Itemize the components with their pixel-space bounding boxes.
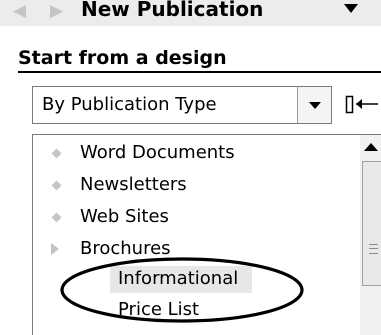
list-item-word-documents[interactable]: Word Documents: [0, 142, 360, 166]
forward-arrow-icon[interactable]: ▶: [50, 1, 63, 21]
new-publication-pane: ◀ ▶ New Publication Start from a design …: [0, 0, 381, 335]
collapse-panel-icon[interactable]: [345, 91, 381, 117]
list-item-informational[interactable]: Informational: [0, 268, 360, 292]
design-filter-dropdown-button[interactable]: [297, 87, 331, 123]
scroll-up-arrow-icon: [364, 143, 378, 151]
list-item-web-sites[interactable]: Web Sites: [0, 206, 360, 230]
scroll-grip-icon: [369, 244, 378, 254]
list-scrollbar[interactable]: [360, 135, 381, 335]
bullet-icon: [51, 212, 62, 223]
scroll-up-button[interactable]: [360, 135, 381, 161]
design-filter-value: By Publication Type: [42, 94, 217, 115]
task-pane-title: New Publication: [81, 0, 264, 21]
dropdown-arrow-icon: [309, 102, 321, 109]
dropdown-arrow-icon[interactable]: [344, 4, 358, 13]
bullet-icon: [51, 180, 62, 191]
list-item-brochures[interactable]: Brochures: [0, 238, 360, 262]
expander-icon[interactable]: [51, 243, 59, 255]
list-item-price-list[interactable]: Price List: [0, 299, 360, 323]
scroll-thumb[interactable]: [362, 161, 381, 286]
back-arrow-icon[interactable]: ◀: [13, 1, 26, 21]
section-divider: [18, 71, 381, 73]
task-pane-titlebar: ◀ ▶ New Publication: [0, 0, 381, 26]
list-item-newsletters[interactable]: Newsletters: [0, 174, 360, 198]
section-header: Start from a design: [18, 47, 227, 69]
design-filter-combobox[interactable]: By Publication Type: [32, 86, 332, 124]
bullet-icon: [51, 148, 62, 159]
